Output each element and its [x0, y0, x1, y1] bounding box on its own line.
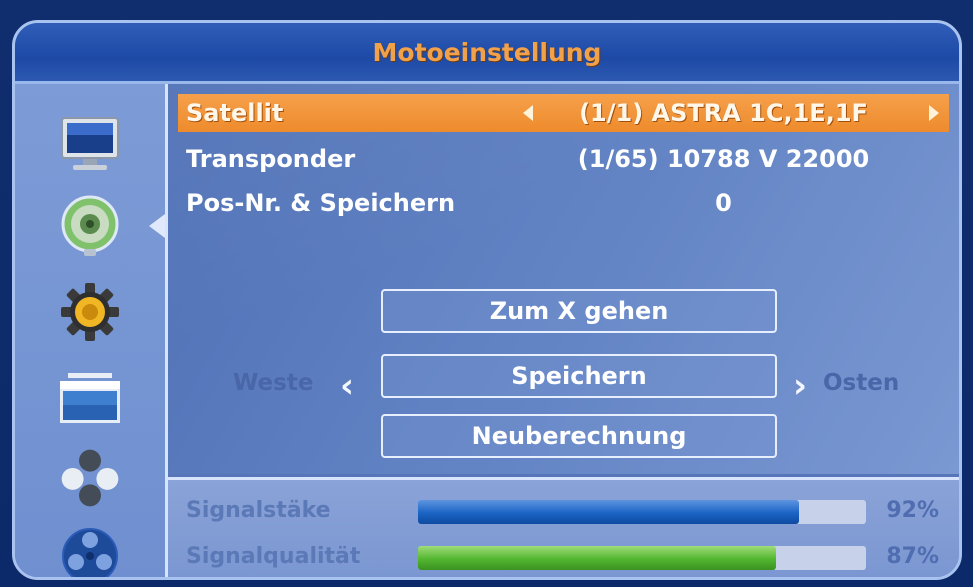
- media-window-icon[interactable]: [58, 366, 122, 430]
- signal-quality-percent: 87%: [886, 544, 939, 569]
- signal-strength-row: Signalstäke 92%: [168, 492, 959, 532]
- transponder-label: Transponder: [186, 145, 356, 173]
- signal-strength-bar: [418, 500, 799, 524]
- signal-strength-track: [418, 500, 866, 524]
- gear-icon[interactable]: [58, 280, 122, 344]
- selection-pointer: [149, 214, 165, 238]
- signal-quality-track: [418, 546, 866, 570]
- satellite-row[interactable]: Satellit (1/1) ASTRA 1C,1E,1F: [178, 94, 949, 132]
- cluster-icon[interactable]: [58, 446, 122, 510]
- recalculate-button[interactable]: Neuberechnung: [381, 414, 777, 458]
- signal-strength-percent: 92%: [886, 498, 939, 523]
- signal-strength-label: Signalstäke: [186, 498, 331, 523]
- signal-quality-row: Signalqualität 87%: [168, 538, 959, 577]
- transponder-row[interactable]: Transponder (1/65) 10788 V 22000: [178, 140, 949, 178]
- satellite-dish-icon[interactable]: [58, 194, 122, 258]
- satellite-value: (1/1) ASTRA 1C,1E,1F: [579, 99, 868, 127]
- satellite-label: Satellit: [186, 99, 284, 127]
- position-row[interactable]: Pos-Nr. & Speichern 0: [178, 184, 949, 222]
- east-label: Osten: [823, 370, 900, 396]
- screen: Motoeinstellung Satellit (1/1) ASTRA 1C,…: [0, 0, 973, 587]
- signal-quality-bar: [418, 546, 777, 570]
- film-reel-icon[interactable]: [58, 524, 122, 577]
- save-button[interactable]: Speichern: [381, 354, 777, 398]
- position-value: 0: [715, 189, 732, 217]
- title-bar: Motoeinstellung: [15, 23, 959, 84]
- transponder-value: (1/65) 10788 V 22000: [577, 145, 870, 173]
- signal-panel: Signalstäke 92% Signalqualität 87%: [168, 477, 959, 577]
- arrow-right-icon[interactable]: [929, 105, 939, 121]
- page-title: Motoeinstellung: [372, 37, 602, 67]
- chevron-left-icon[interactable]: ‹: [340, 366, 354, 406]
- goto-x-button[interactable]: Zum X gehen: [381, 289, 777, 333]
- position-label: Pos-Nr. & Speichern: [186, 189, 456, 217]
- signal-quality-label: Signalqualität: [186, 544, 361, 569]
- settings-panel: Satellit (1/1) ASTRA 1C,1E,1F Transponde…: [168, 84, 959, 474]
- tv-icon[interactable]: [58, 112, 122, 176]
- arrow-left-icon[interactable]: [523, 105, 533, 121]
- motor-settings-window: Motoeinstellung Satellit (1/1) ASTRA 1C,…: [12, 20, 962, 580]
- sidebar: [15, 84, 168, 577]
- west-label: Weste: [233, 370, 314, 396]
- chevron-right-icon[interactable]: ›: [793, 366, 807, 406]
